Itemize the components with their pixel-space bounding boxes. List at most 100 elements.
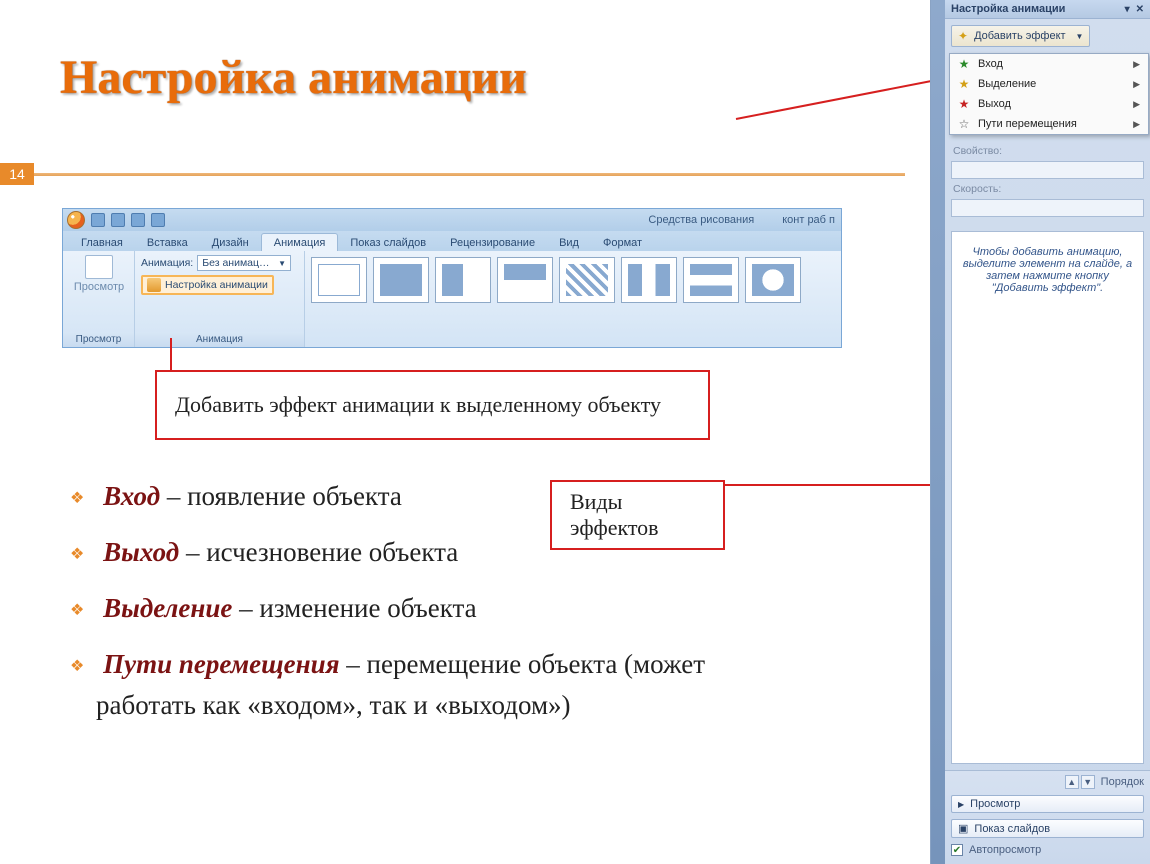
taskpane-title-bar: Настройка анимации ▾ ✕	[945, 0, 1150, 19]
chevron-down-icon: ▼	[278, 259, 286, 268]
reorder-label: Порядок	[1101, 776, 1144, 788]
slide-number-badge: 14	[0, 163, 34, 185]
diamond-bullet-icon: ❖	[70, 490, 84, 507]
qat-custom-icon[interactable]	[151, 213, 165, 227]
menu-item-exit[interactable]: ★ Выход ▶	[950, 94, 1148, 114]
star-icon: ★	[958, 78, 970, 90]
tab-animation[interactable]: Анимация	[261, 233, 339, 251]
play-icon: ▶	[958, 800, 964, 809]
ribbon-tabs: Главная Вставка Дизайн Анимация Показ сл…	[63, 231, 841, 251]
transition-gallery[interactable]	[311, 257, 835, 303]
animation-taskpane: Настройка анимации ▾ ✕ ✦ Добавить эффект…	[930, 0, 1150, 864]
taskpane-preview-button[interactable]: ▶ Просмотр	[951, 795, 1144, 813]
menu-item-label: Пути перемещения	[978, 118, 1077, 130]
preview-button[interactable]: Просмотр	[69, 255, 129, 293]
callout-pointer	[736, 79, 936, 120]
taskpane-close-icon[interactable]: ✕	[1136, 4, 1144, 15]
taskpane-slideshow-label: Показ слайдов	[974, 823, 1050, 835]
taskpane-hint: Чтобы добавить анимацию, выделите элемен…	[951, 231, 1144, 764]
qat-undo-icon[interactable]	[111, 213, 125, 227]
reorder-down-button[interactable]: ▼	[1081, 775, 1095, 789]
effect-item-motion-path: ❖ Пути перемещения – перемещение объекта…	[70, 644, 810, 728]
qat-save-icon[interactable]	[91, 213, 105, 227]
transition-thumb[interactable]	[745, 257, 801, 303]
callout-pointer	[170, 338, 172, 373]
slide-divider	[34, 173, 905, 176]
property-dropdown	[951, 161, 1144, 179]
reorder-up-button[interactable]: ▲	[1065, 775, 1079, 789]
star-icon: ✦	[958, 29, 968, 43]
effect-item-emphasis: ❖ Выделение – изменение объекта	[70, 588, 810, 630]
transition-thumb[interactable]	[559, 257, 615, 303]
preview-icon	[85, 255, 113, 279]
menu-item-motion-path[interactable]: ☆ Пути перемещения ▶	[950, 114, 1148, 134]
animation-setup-button[interactable]: Настройка анимации	[141, 275, 274, 295]
animation-setup-icon	[147, 278, 161, 292]
submenu-arrow-icon: ▶	[1133, 99, 1140, 110]
transition-thumb[interactable]	[435, 257, 491, 303]
tab-home[interactable]: Главная	[69, 234, 135, 251]
transition-thumb[interactable]	[497, 257, 553, 303]
autopreview-checkbox[interactable]: ✔	[951, 844, 963, 856]
anim-scheme-label: Анимация:	[141, 257, 193, 269]
effect-item-exit: ❖ Выход – исчезновение объекта	[70, 532, 810, 574]
tab-slideshow[interactable]: Показ слайдов	[338, 234, 438, 251]
qat-redo-icon[interactable]	[131, 213, 145, 227]
group-label-preview: Просмотр	[63, 332, 134, 347]
speed-dropdown	[951, 199, 1144, 217]
tab-format[interactable]: Формат	[591, 234, 654, 251]
star-icon: ☆	[958, 118, 970, 130]
effects-list: ❖ Вход – появление объекта ❖ Выход – исч…	[70, 476, 810, 741]
effect-term: Пути перемещения	[103, 649, 339, 679]
tab-review[interactable]: Рецензирование	[438, 234, 547, 251]
tab-design[interactable]: Дизайн	[200, 234, 261, 251]
speed-label: Скорость:	[951, 183, 1144, 195]
star-icon: ★	[958, 98, 970, 110]
callout-add-effect: Добавить эффект анимации к выделенному о…	[155, 370, 710, 440]
effect-term: Выделение	[103, 593, 232, 623]
ribbon: Средства рисования конт раб п Главная Вс…	[62, 208, 842, 348]
transition-thumb[interactable]	[311, 257, 367, 303]
taskpane-title: Настройка анимации	[951, 3, 1065, 15]
transition-thumb[interactable]	[683, 257, 739, 303]
star-icon: ★	[958, 58, 970, 70]
office-button[interactable]	[67, 211, 85, 229]
slideshow-icon: ▣	[958, 822, 968, 835]
taskpane-grip[interactable]	[931, 0, 945, 864]
diamond-bullet-icon: ❖	[70, 602, 84, 619]
menu-item-label: Выделение	[978, 78, 1036, 90]
quick-access-toolbar: Средства рисования конт раб п	[63, 209, 841, 231]
effect-desc: – изменение объекта	[232, 593, 476, 623]
diamond-bullet-icon: ❖	[70, 658, 84, 675]
add-effect-button[interactable]: ✦ Добавить эффект ▼	[951, 25, 1090, 47]
transition-thumb[interactable]	[373, 257, 429, 303]
ribbon-doc-title: конт раб п	[782, 214, 835, 226]
tab-insert[interactable]: Вставка	[135, 234, 200, 251]
submenu-arrow-icon: ▶	[1133, 59, 1140, 70]
add-effect-label: Добавить эффект	[974, 30, 1065, 42]
menu-item-entrance[interactable]: ★ Вход ▶	[950, 54, 1148, 74]
submenu-arrow-icon: ▶	[1133, 119, 1140, 130]
tab-view[interactable]: Вид	[547, 234, 591, 251]
taskpane-slideshow-button[interactable]: ▣ Показ слайдов	[951, 819, 1144, 838]
autopreview-label: Автопросмотр	[969, 844, 1041, 856]
taskpane-menu-icon[interactable]: ▾	[1125, 4, 1130, 15]
submenu-arrow-icon: ▶	[1133, 79, 1140, 90]
transition-thumb[interactable]	[621, 257, 677, 303]
anim-scheme-value: Без анимац…	[202, 257, 269, 269]
taskpane-preview-label: Просмотр	[970, 798, 1020, 810]
slide-title: Настройка анимации	[60, 50, 527, 105]
effect-term: Вход	[103, 481, 160, 511]
effect-term: Выход	[103, 537, 179, 567]
effect-desc: – исчезновение объекта	[179, 537, 458, 567]
chevron-down-icon: ▼	[1076, 32, 1084, 41]
menu-item-emphasis[interactable]: ★ Выделение ▶	[950, 74, 1148, 94]
add-effect-menu: ★ Вход ▶ ★ Выделение ▶ ★ Выход ▶ ☆ Пути …	[949, 53, 1149, 135]
ribbon-context-title: Средства рисования	[648, 214, 754, 226]
anim-scheme-dropdown[interactable]: Без анимац… ▼	[197, 255, 291, 271]
property-label: Свойство:	[951, 145, 1144, 157]
group-label-animation: Анимация	[135, 332, 304, 347]
preview-label: Просмотр	[74, 281, 124, 293]
diamond-bullet-icon: ❖	[70, 546, 84, 563]
animation-setup-label: Настройка анимации	[165, 279, 268, 291]
